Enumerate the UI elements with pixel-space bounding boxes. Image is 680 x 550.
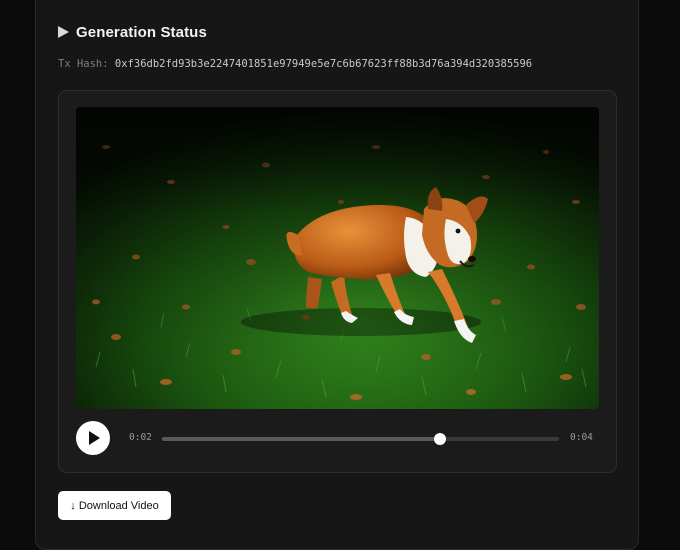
generation-status-header: Generation Status [58,22,207,42]
current-time: 0:02 [129,432,152,443]
section-title: Generation Status [76,23,207,41]
play-icon [89,431,100,445]
play-triangle-icon [58,26,69,38]
progress-track[interactable] [162,433,559,445]
video-dog-image [76,107,599,409]
progress-thumb[interactable] [433,433,446,445]
tx-hash-line: Tx Hash: 0xf36db2fd93b3e2247401851e97949… [58,58,532,70]
download-video-button[interactable]: ↓ Download Video [58,491,171,520]
tx-hash-value: 0xf36db2fd93b3e2247401851e97949e5e7c6b67… [114,58,533,70]
tx-hash-label: Tx Hash: [58,58,109,70]
duration-time: 0:04 [570,432,593,443]
video-controls: 0:02 0:04 [76,421,599,456]
progress-fill [162,437,440,441]
video-frame[interactable] [76,107,599,409]
play-button[interactable] [76,421,110,455]
